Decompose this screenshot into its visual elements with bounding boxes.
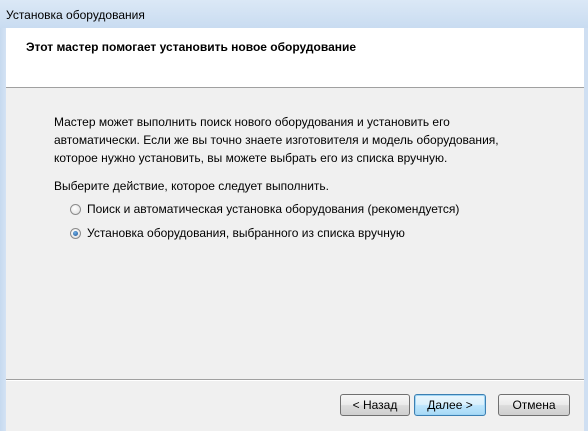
radio-auto-install[interactable] (70, 203, 81, 215)
cancel-button[interactable]: Отмена (498, 394, 570, 416)
option-auto-install-label: Поиск и автоматическая установка оборудо… (87, 202, 460, 216)
intro-text: Мастер может выполнить поиск нового обор… (54, 115, 499, 165)
title-bar[interactable]: Установка оборудования (0, 0, 588, 28)
wizard-header-title: Этот мастер помогает установить новое об… (26, 40, 357, 54)
footer-separator (6, 379, 584, 381)
window-frame-right (584, 28, 588, 431)
window-title: Установка оборудования (6, 8, 145, 22)
option-auto-install[interactable]: Поиск и автоматическая установка оборудо… (70, 201, 459, 217)
wizard-header: Этот мастер помогает установить новое об… (6, 28, 584, 88)
wizard-content: Мастер может выполнить поиск нового обор… (6, 89, 584, 379)
option-manual-install[interactable]: Установка оборудования, выбранного из сп… (70, 225, 405, 241)
radio-manual-install[interactable] (70, 227, 81, 239)
action-prompt: Выберите действие, которое следует выпол… (54, 179, 329, 193)
back-button[interactable]: < Назад (340, 394, 410, 416)
option-manual-install-label: Установка оборудования, выбранного из сп… (87, 226, 405, 240)
next-button[interactable]: Далее > (414, 394, 486, 416)
wizard-window: Установка оборудования Этот мастер помог… (0, 0, 588, 431)
